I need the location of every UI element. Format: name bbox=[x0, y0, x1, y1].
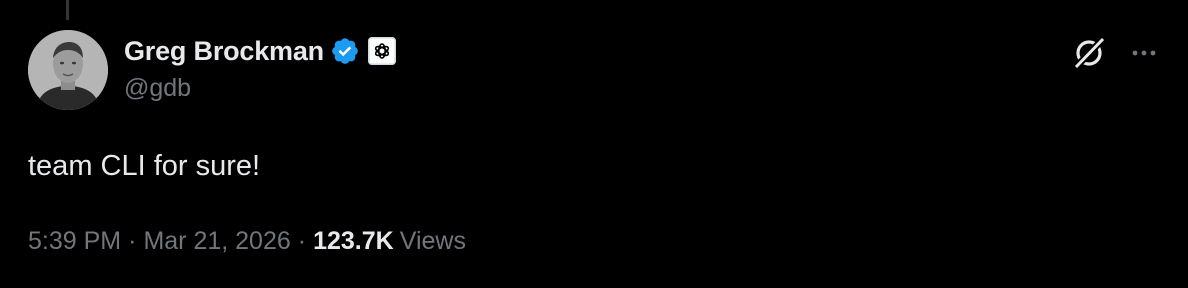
tweet-top-actions bbox=[1070, 34, 1160, 72]
avatar[interactable] bbox=[28, 30, 108, 110]
author-name-row: Greg Brockman bbox=[124, 34, 1038, 68]
views-label: Views bbox=[399, 227, 466, 255]
author-handle[interactable]: @gdb bbox=[124, 74, 1038, 103]
openai-logo-icon[interactable] bbox=[367, 37, 396, 65]
author-display-name[interactable]: Greg Brockman bbox=[124, 36, 324, 67]
avatar-photo bbox=[28, 30, 108, 110]
author-block: Greg Brockman @gdb bbox=[124, 34, 1038, 103]
meta-separator: · bbox=[128, 227, 137, 255]
meta-separator: · bbox=[297, 227, 307, 255]
verified-badge-icon[interactable] bbox=[330, 36, 360, 66]
thread-connector-line bbox=[66, 0, 69, 20]
tweet-text: team CLI for sure! bbox=[28, 150, 261, 182]
tweet-time[interactable]: 5:39 PM bbox=[28, 227, 121, 256]
tweet-date[interactable]: Mar 21, 2026 bbox=[143, 227, 290, 256]
views-count[interactable]: 123.7K bbox=[313, 227, 394, 256]
tweet-metadata: 5:39 PM · Mar 21, 2026 · 123.7K Views bbox=[28, 227, 466, 256]
grok-icon[interactable] bbox=[1070, 34, 1108, 72]
more-options-icon[interactable] bbox=[1128, 37, 1160, 69]
